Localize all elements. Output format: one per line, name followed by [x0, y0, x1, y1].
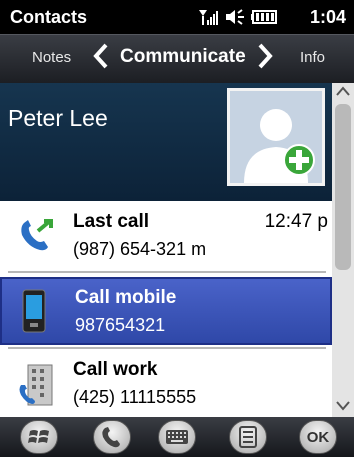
scroll-up-icon[interactable] — [332, 84, 354, 102]
menu-icon — [239, 426, 257, 448]
add-icon — [282, 143, 316, 182]
list-item-call-work[interactable]: Call work (425) 11115555 — [0, 351, 332, 419]
office-building-phone-icon — [18, 363, 56, 412]
row-title: Last call — [73, 211, 150, 232]
scroll-down-icon[interactable] — [332, 399, 354, 417]
keyboard-button[interactable] — [158, 420, 196, 454]
tab-info[interactable]: Info — [300, 49, 325, 66]
row-title: Call mobile — [75, 287, 177, 308]
clock: 1:04 — [309, 7, 346, 27]
row-subtitle: (987) 654-321 m — [73, 239, 207, 259]
add-photo-button[interactable] — [227, 88, 325, 186]
phone-button[interactable] — [93, 420, 131, 454]
phone-forward-icon — [18, 217, 58, 258]
status-bar: Contacts 1:04 — [0, 0, 354, 34]
tab-notes[interactable]: Notes — [32, 49, 71, 66]
scrollbar-thumb[interactable] — [335, 104, 351, 270]
menu-button[interactable] — [229, 420, 267, 454]
tab-communicate[interactable]: Communicate — [120, 46, 246, 68]
volume-icon — [225, 9, 245, 30]
softkey-bar: OK — [0, 417, 354, 457]
row-subtitle: 987654321 — [75, 315, 166, 335]
tab-header: Notes Communicate Info — [0, 34, 354, 83]
ok-label: OK — [306, 428, 330, 446]
app-title: Contacts — [10, 7, 88, 27]
divider — [8, 347, 326, 349]
communication-list: Last call 12:47 p (987) 654-321 m Call m… — [0, 201, 332, 417]
signal-icon — [197, 8, 219, 31]
keyboard-icon — [166, 430, 188, 444]
phone-icon — [102, 427, 120, 448]
windows-flag-icon — [28, 430, 49, 443]
windows-start-button[interactable] — [20, 420, 58, 454]
row-time: 12:47 p — [264, 211, 328, 232]
contact-name: Peter Lee — [8, 105, 108, 131]
list-item-last-call[interactable]: Last call 12:47 p (987) 654-321 m — [0, 201, 332, 269]
chevron-right-icon[interactable] — [256, 41, 274, 77]
list-item-call-mobile[interactable]: Call mobile 987654321 — [0, 277, 332, 345]
battery-icon — [251, 10, 277, 29]
divider — [8, 271, 326, 273]
chevron-left-icon[interactable] — [92, 41, 110, 77]
contact-header: Peter Lee — [0, 83, 332, 201]
row-subtitle: (425) 11115555 — [73, 387, 197, 407]
row-title: Call work — [73, 359, 158, 380]
mobile-phone-icon — [22, 289, 46, 338]
ok-button[interactable]: OK — [299, 420, 337, 454]
